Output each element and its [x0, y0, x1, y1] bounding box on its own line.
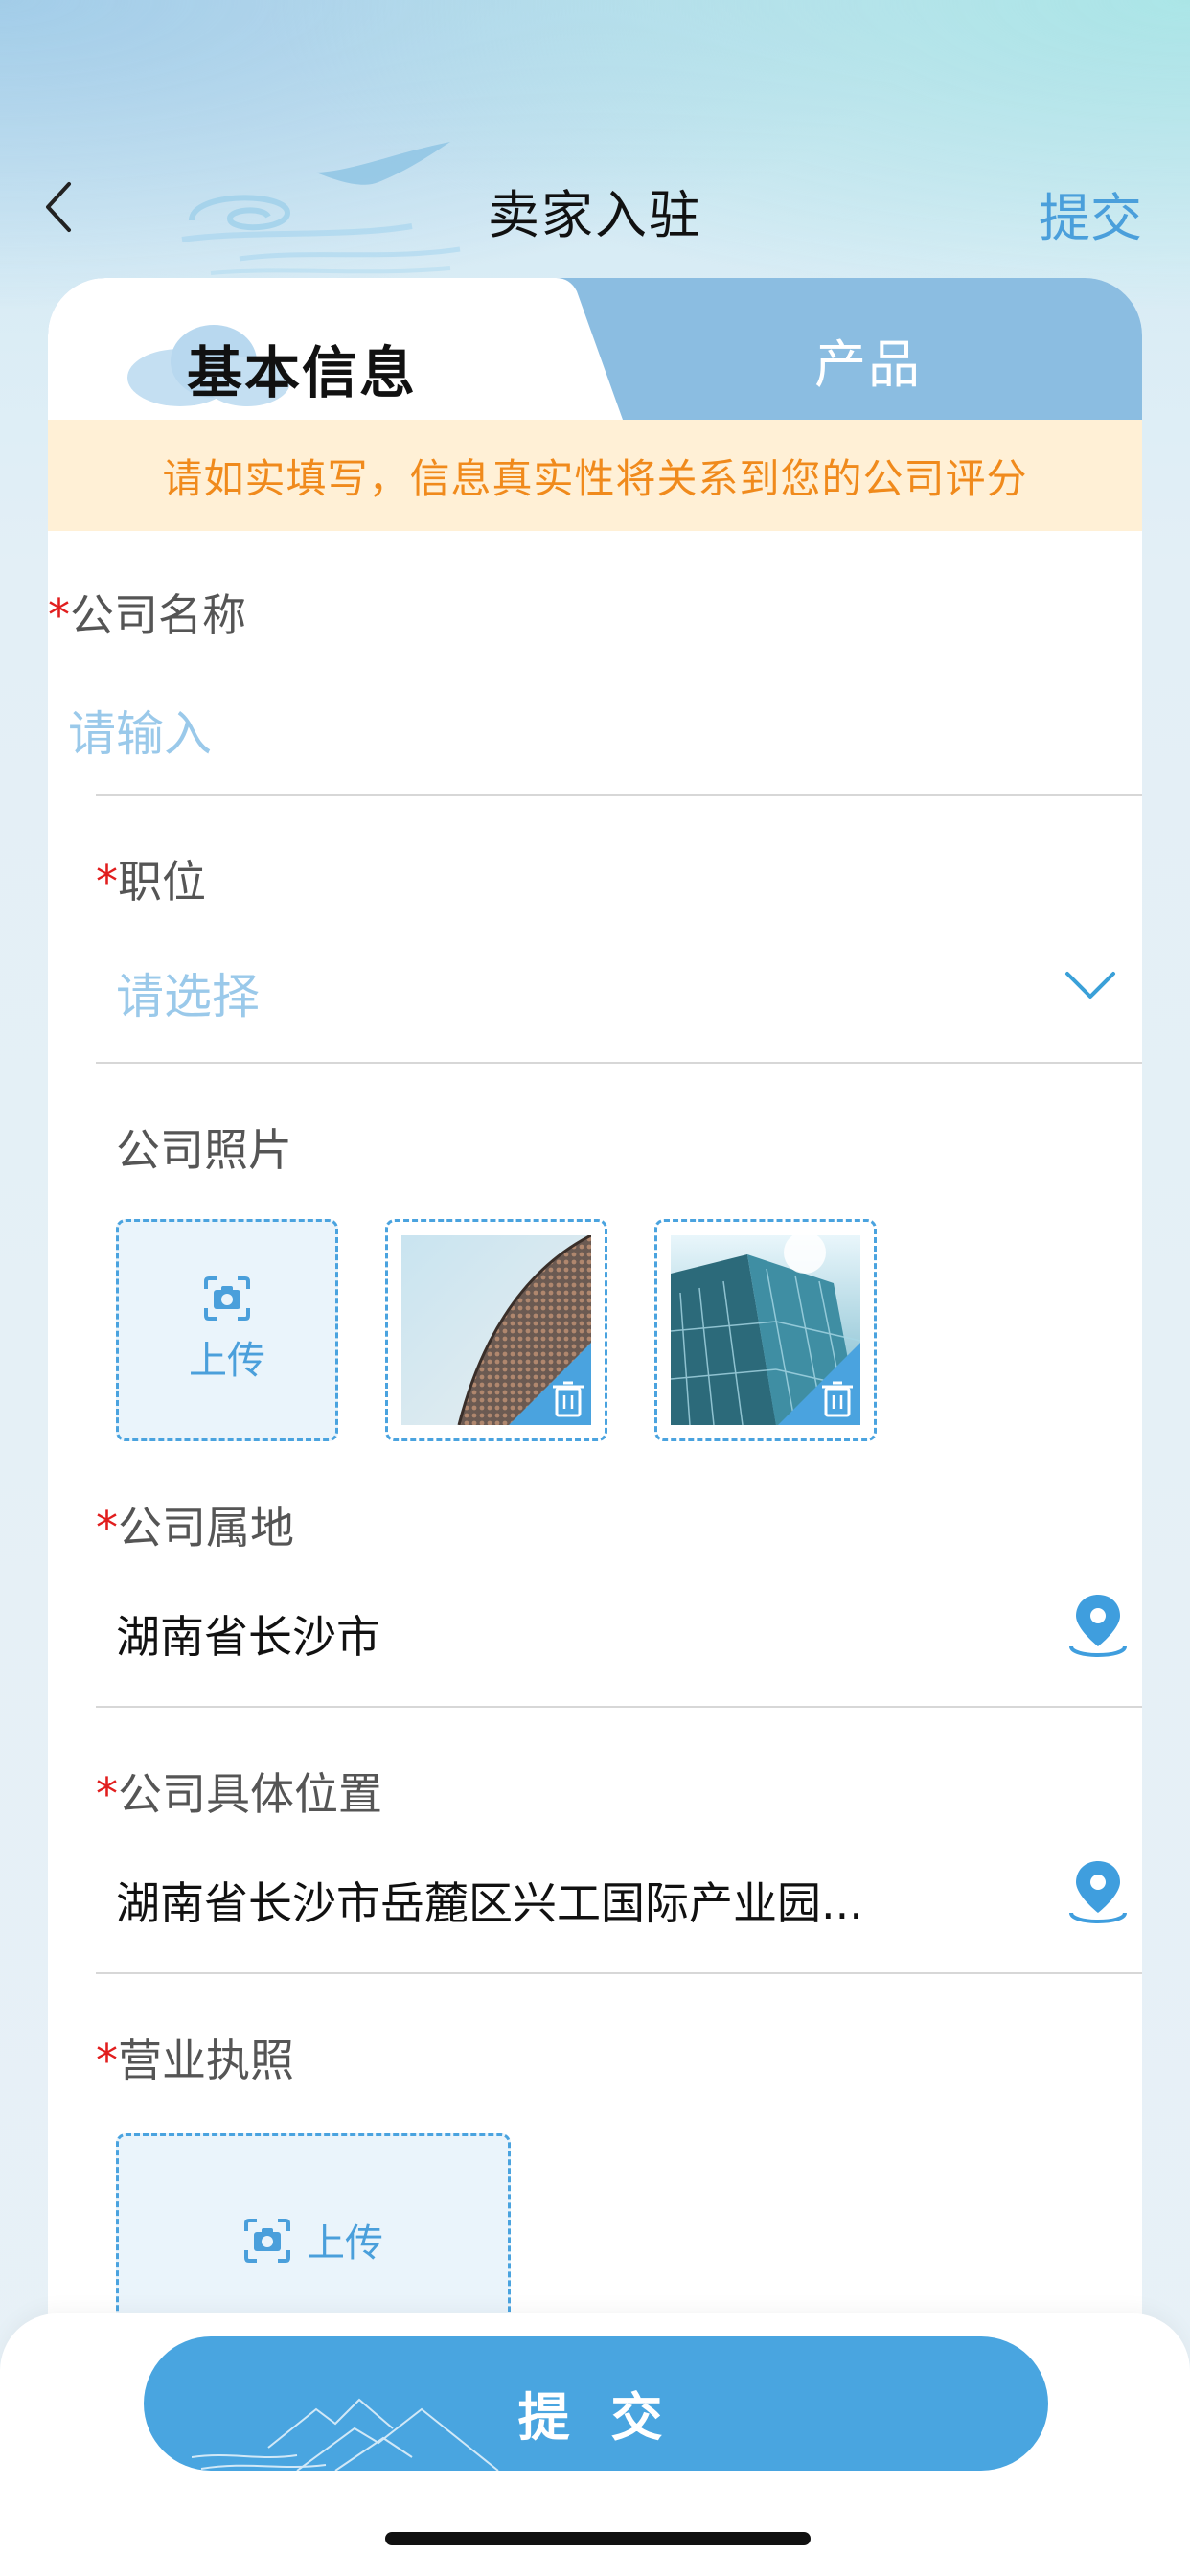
tab-bar: 基本信息 产品 [48, 278, 1142, 420]
required-mark: * [96, 1768, 118, 1820]
required-mark: * [96, 856, 118, 908]
upload-label: 上传 [307, 2220, 383, 2266]
company-address-label: *公司具体位置 [96, 1760, 382, 1823]
tab-basic-info[interactable]: 基本信息 [187, 328, 417, 408]
company-name-label: *公司名称 [48, 581, 246, 644]
submit-button[interactable]: 提 交 [144, 2336, 1048, 2471]
required-mark: * [96, 1502, 118, 1553]
page-title: 卖家入驻 [488, 185, 702, 245]
divider [96, 794, 1142, 796]
business-license-label-text: 营业执照 [118, 2035, 294, 2086]
home-indicator [385, 2532, 811, 2545]
company-name-label-text: 公司名称 [70, 589, 246, 641]
notice-banner: 请如实填写，信息真实性将关系到您的公司评分 [48, 420, 1142, 531]
divider [96, 1972, 1142, 1974]
tab-product[interactable]: 产品 [814, 322, 922, 398]
position-label: *职位 [96, 847, 206, 910]
company-location-label-text: 公司属地 [118, 1502, 294, 1553]
position-select[interactable]: 请选择 [116, 958, 260, 1027]
divider [96, 1062, 1142, 1064]
company-photo-1[interactable] [385, 1219, 607, 1441]
company-address-label-text: 公司具体位置 [118, 1768, 382, 1820]
chevron-down-icon[interactable] [1064, 968, 1117, 1002]
photo-upload-button[interactable]: 上传 [116, 1219, 338, 1441]
company-photos-label: 公司照片 [116, 1124, 292, 1176]
location-pin-icon[interactable] [1064, 1591, 1133, 1660]
submit-button-label: 提 交 [517, 2387, 675, 2448]
location-pin-icon[interactable] [1064, 1857, 1133, 1926]
company-location-value[interactable]: 湖南省长沙市 [116, 1602, 380, 1666]
camera-icon [204, 1276, 250, 1321]
delete-photo-button[interactable] [778, 1343, 860, 1425]
header-submit-button[interactable]: 提交 [1039, 175, 1142, 251]
delete-photo-button[interactable] [509, 1343, 591, 1425]
company-photo-2[interactable] [654, 1219, 877, 1441]
business-license-label: *营业执照 [96, 2026, 294, 2089]
required-mark: * [96, 2035, 118, 2086]
company-address-value[interactable]: 湖南省长沙市岳麓区兴工国际产业园... [116, 1869, 863, 1932]
position-label-text: 职位 [118, 856, 206, 908]
required-mark: * [48, 589, 70, 641]
camera-icon [244, 2218, 290, 2263]
company-location-label: *公司属地 [96, 1493, 294, 1556]
upload-label: 上传 [189, 1339, 265, 1383]
company-name-input[interactable]: 请输入 [68, 696, 212, 765]
divider [96, 1706, 1142, 1708]
